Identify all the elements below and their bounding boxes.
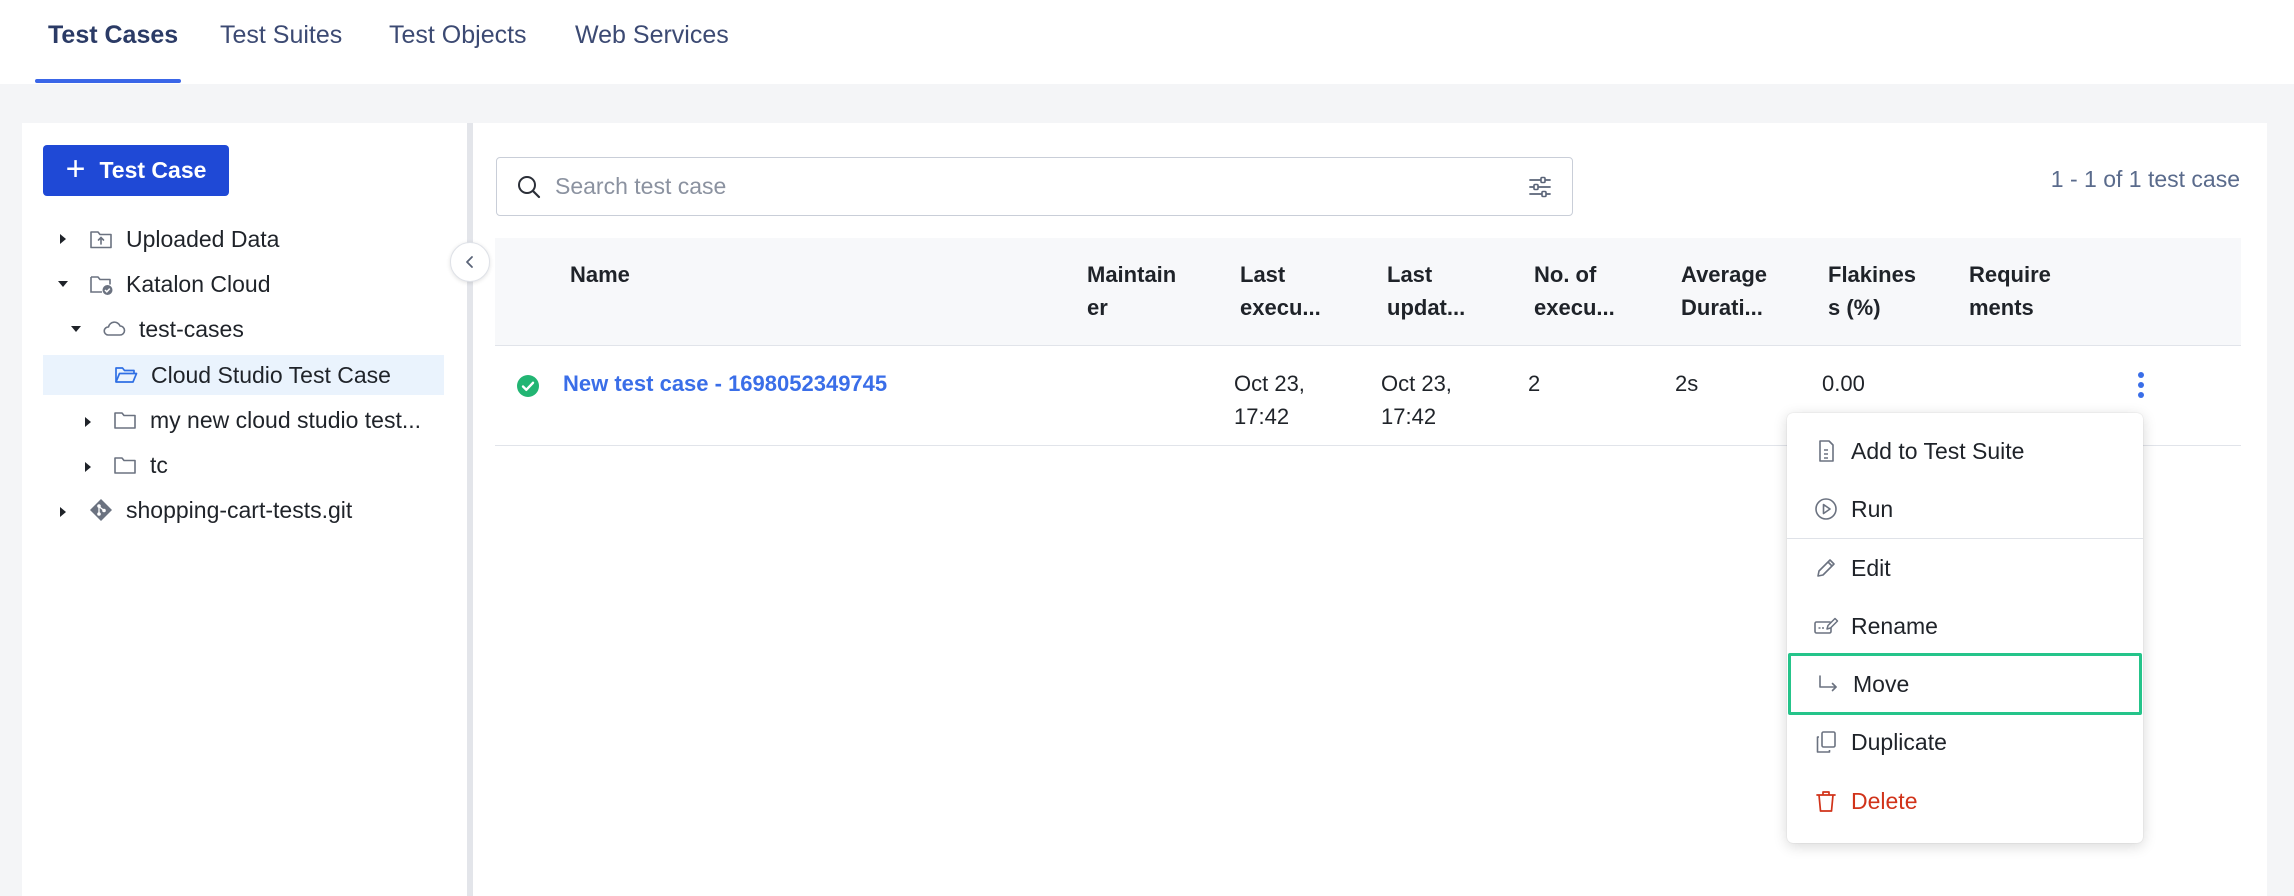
cell-last-executed: Oct 23, 17:42 [1234,371,1305,429]
cell-average-duration: 2s [1675,371,1699,396]
duplicate-icon [1813,729,1839,755]
menu-item-label: Delete [1851,787,1918,814]
pagination-summary: 1 - 1 of 1 test case [2050,166,2240,192]
column-header-name[interactable]: Name [570,258,630,291]
column-header-executions[interactable]: No. of execu... [1534,258,1615,324]
column-header-average-duration[interactable]: Average Durati... [1681,258,1767,324]
more-actions-icon[interactable] [2135,370,2147,400]
menu-item-add-to-test-suite[interactable]: Add to Test Suite [1789,423,2141,479]
tree-item-shopping-cart-tests-git[interactable]: shopping-cart-tests.git [88,490,352,530]
menu-item-label: Move [1853,670,1910,697]
trash-icon [1813,788,1839,814]
caret-right-icon[interactable] [55,231,71,247]
tab-test-cases[interactable]: Test Cases [48,0,178,84]
move-arrow-icon [1815,671,1841,697]
search-input[interactable] [555,166,1455,206]
passed-status-icon [517,375,539,397]
menu-item-rename[interactable]: Rename [1789,598,2141,654]
tab-test-objects[interactable]: Test Objects [389,0,527,84]
tree-item-label: my new cloud studio test... [150,406,422,433]
tree-item-my-new-cloud-studio-test[interactable]: my new cloud studio test... [112,400,421,440]
search-box [496,157,1573,216]
tree-item-uploaded-data[interactable]: Uploaded Data [88,219,279,259]
rename-icon [1813,613,1839,639]
tab-web-services[interactable]: Web Services [575,0,729,84]
tree-item-label: shopping-cart-tests.git [126,496,353,523]
menu-item-label: Add to Test Suite [1851,437,2025,464]
chevron-left-icon [466,256,473,268]
column-header-flakiness[interactable]: Flakines s (%) [1828,258,1916,324]
git-icon [88,497,114,523]
cloud-icon [101,316,127,342]
document-icon [1813,438,1839,464]
row-actions-menu: Add to Test Suite Run Edit Rename Move D… [1787,413,2143,843]
menu-item-duplicate[interactable]: Duplicate [1789,714,2141,770]
folder-icon [112,407,138,433]
cell-flakiness: 0.00 [1822,371,1865,396]
top-tab-bar: Test Cases Test Suites Test Objects Web … [0,0,2294,84]
menu-item-delete[interactable]: Delete [1789,773,2141,829]
caret-down-icon[interactable] [68,321,84,337]
menu-item-label: Edit [1851,554,1891,581]
tree-item-cloud-studio-test-case[interactable]: Cloud Studio Test Case [113,355,391,395]
column-header-requirements[interactable]: Require ments [1969,258,2051,324]
tree-item-label: Katalon Cloud [126,270,271,297]
caret-right-icon[interactable] [80,459,96,475]
menu-item-label: Rename [1851,612,1938,639]
filter-settings-icon[interactable] [1526,173,1554,201]
add-test-case-label: Test Case [99,157,207,183]
menu-item-run[interactable]: Run [1789,481,2141,537]
active-tab-indicator [35,79,181,83]
menu-divider [1787,538,2143,539]
tree-item-label: Uploaded Data [126,225,280,252]
folder-icon [112,452,138,478]
open-folder-icon [113,362,139,388]
menu-item-move[interactable]: Move [1788,653,2142,715]
menu-item-edit[interactable]: Edit [1789,540,2141,596]
add-test-case-button[interactable]: + Test Case [43,145,229,196]
tree-item-katalon-cloud[interactable]: Katalon Cloud [88,264,271,304]
tree-item-label: test-cases [139,315,244,342]
tree-item-test-cases[interactable]: test-cases [101,309,244,349]
menu-item-label: Duplicate [1851,728,1947,755]
search-icon [518,176,541,199]
caret-right-icon[interactable] [55,504,71,520]
tree-item-label: tc [150,451,168,478]
upload-folder-icon [88,226,114,252]
tree-item-tc[interactable]: tc [112,445,168,485]
cloud-repo-icon [88,271,114,297]
plus-icon: + [65,150,86,188]
caret-right-icon[interactable] [80,414,96,430]
collapse-panel-button[interactable] [450,242,490,282]
column-header-last-updated[interactable]: Last updat... [1387,258,1465,324]
tree-item-label: Cloud Studio Test Case [151,361,391,388]
column-header-maintainer[interactable]: Maintain er [1087,258,1176,324]
play-circle-icon [1813,496,1839,522]
column-header-last-executed[interactable]: Last execu... [1240,258,1321,324]
table-header: Name Maintain er Last execu... Last upda… [495,238,2241,346]
caret-down-icon[interactable] [55,276,71,292]
pencil-icon [1813,555,1839,581]
test-case-name-link[interactable]: New test case - 1698052349745 [563,367,887,400]
cell-executions: 2 [1528,371,1541,396]
tab-test-suites[interactable]: Test Suites [220,0,342,84]
menu-item-label: Run [1851,495,1894,522]
cell-last-updated: Oct 23, 17:42 [1381,371,1452,429]
